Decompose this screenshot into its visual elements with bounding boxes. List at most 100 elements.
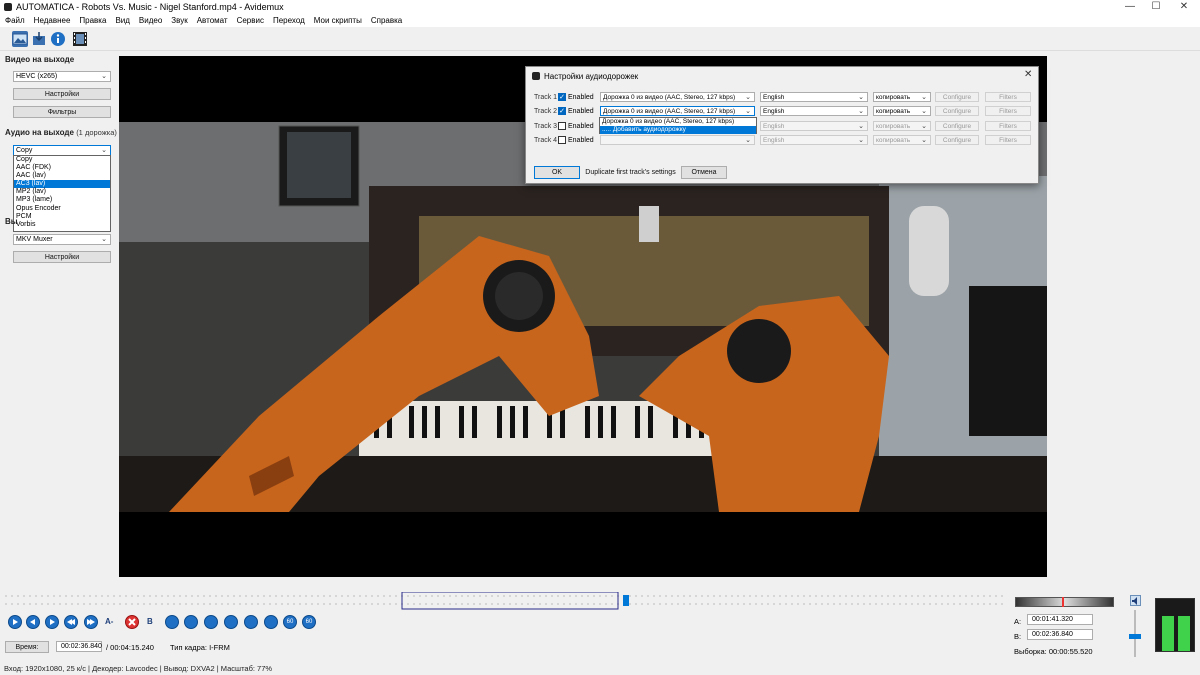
track-language-select[interactable]: English ⌄ [760,135,868,145]
open-image-icon[interactable] [12,31,28,47]
chevron-down-icon: ⌄ [921,123,927,130]
next-frame-button[interactable] [45,615,59,629]
maximize-button[interactable]: ☐ [1142,0,1170,14]
app-icon [4,3,12,11]
track-source-select[interactable]: ⌄ [600,135,755,145]
minimize-button[interactable]: — [1116,0,1144,14]
timeline-slider[interactable] [5,591,1003,610]
track-language-select[interactable]: English ⌄ [760,92,868,102]
marker-b-button[interactable]: B [147,617,153,626]
audio-option-vorbis[interactable]: Vorbis [14,221,110,229]
video-codec-select[interactable]: HEVC (x265) ⌄ [13,71,111,82]
audio-option-mp2-lav[interactable]: MP2 (lav) [14,188,110,196]
track-codec-select[interactable]: копировать ⌄ [873,106,931,116]
track-language-select[interactable]: English ⌄ [760,121,868,131]
menu-scripts[interactable]: Мои скрипты [309,14,366,27]
volume-jog-slider[interactable] [1015,597,1114,607]
menu-bar: Файл Недавнее Правка Вид Видео Звук Авто… [0,14,1200,27]
audio-codec-dropdown: Copy AAC (FDK) AAC (lav) AC3 (lav) MP2 (… [13,155,111,232]
marker-a-button[interactable]: A- [105,617,113,626]
menu-file[interactable]: Файл [0,14,29,27]
track-enabled-checkbox[interactable] [558,136,566,144]
audio-option-ac3-lav[interactable]: AC3 (lav) [14,180,110,189]
duplicate-settings-button[interactable]: Duplicate first track's settings [584,166,677,179]
marker-a-label: A: [1014,617,1022,626]
source-option-track0[interactable]: Дорожка 0 из видео (AAC, Stereo, 127 kbp… [600,118,756,126]
track-filters-button[interactable]: Filters [985,121,1031,131]
track-enabled-checkbox[interactable]: ✓ [558,93,566,101]
track-enabled-checkbox[interactable]: ✓ [558,107,566,115]
current-time-field[interactable]: 00:02:36.840 [56,641,102,652]
muxer-settings-button[interactable]: Настройки [13,251,111,263]
track-enabled-checkbox[interactable] [558,122,566,130]
menu-auto[interactable]: Автомат [192,14,232,27]
track-configure-button[interactable]: Configure [935,135,979,145]
audio-option-pcm[interactable]: PCM [14,213,110,221]
menu-video[interactable]: Видео [134,14,166,27]
track-configure-button[interactable]: Configure [935,92,979,102]
prev-keyframe-button[interactable] [64,615,78,629]
status-text: Вход: 1920x1080, 25 к/с | Декодер: Lavco… [4,664,273,673]
track-codec-select[interactable]: копировать ⌄ [873,121,931,131]
track-codec-select[interactable]: копировать ⌄ [873,135,931,145]
track-filters-button[interactable]: Filters [985,92,1031,102]
menu-tools[interactable]: Сервис [232,14,268,27]
go-end-icon[interactable] [264,615,278,629]
menu-go[interactable]: Переход [268,14,309,27]
save-icon[interactable] [31,31,47,47]
film-icon[interactable] [72,31,88,47]
speaker-icon[interactable] [1130,595,1141,606]
source-option-add-track[interactable]: ..... Добавить аудиодорожку [600,126,756,134]
video-settings-button[interactable]: Настройки [13,88,111,100]
menu-recent[interactable]: Недавнее [29,14,75,27]
audio-option-opus[interactable]: Opus Encoder [14,205,110,213]
next-keyframe-button[interactable] [84,615,98,629]
audio-option-aac-fdk[interactable]: AAC (FDK) [14,164,110,172]
forward-60-button[interactable]: 60 [302,615,316,629]
track-filters-button[interactable]: Filters [985,135,1031,145]
menu-view[interactable]: Вид [110,14,133,27]
track-configure-button[interactable]: Configure [935,106,979,116]
goto-a-icon[interactable] [165,615,179,629]
track-codec-select[interactable]: копировать ⌄ [873,92,931,102]
cancel-button[interactable]: Отмена [681,166,727,179]
timeline-cursor[interactable] [623,595,629,606]
track-language-value: English [763,123,785,130]
track-source-select[interactable]: Дорожка 0 из видео (AAC, Stereo, 127 kbp… [600,106,755,116]
audio-output-heading: Аудио на выходе (1 дорожка) [5,128,117,137]
track-configure-button[interactable]: Configure [935,121,979,131]
enabled-label: Enabled [568,94,594,101]
prev-frame-button[interactable] [26,615,40,629]
prev-black-icon[interactable] [204,615,218,629]
track-label: Track 1 [534,94,558,101]
close-window-button[interactable]: ✕ [1170,0,1198,14]
dialog-close-icon[interactable]: ✕ [1024,69,1032,80]
track-filters-button[interactable]: Filters [985,106,1031,116]
audio-option-aac-lav[interactable]: AAC (lav) [14,172,110,180]
info-icon[interactable] [50,31,66,47]
go-start-icon[interactable] [244,615,258,629]
track-codec-value: копировать [876,137,911,144]
ok-button[interactable]: OK [534,166,580,179]
volume-slider-handle[interactable] [1129,634,1141,639]
menu-audio[interactable]: Звук [166,14,191,27]
clear-markers-button[interactable] [125,615,139,629]
time-button[interactable]: Время: [5,641,49,653]
marker-b-time[interactable]: 00:02:36.840 [1027,629,1093,640]
play-button[interactable] [8,615,22,629]
audio-option-mp3-lame[interactable]: MP3 (lame) [14,196,110,204]
track-language-value: English [763,108,785,115]
muxer-select[interactable]: MKV Muxer ⌄ [13,234,111,245]
audio-tracks-dialog: Настройки аудиодорожек ✕ Track 1 ✓ Enabl… [525,66,1039,184]
next-black-icon[interactable] [224,615,238,629]
audio-option-copy[interactable]: Copy [14,156,110,164]
menu-edit[interactable]: Правка [74,14,110,27]
back-60-button[interactable]: 60 [283,615,297,629]
video-filters-button[interactable]: Фильтры [13,106,111,118]
track-source-select[interactable]: Дорожка 0 из видео (AAC, Stereo, 127 kbp… [600,92,755,102]
marker-a-time[interactable]: 00:01:41.320 [1027,614,1093,625]
track-language-select[interactable]: English ⌄ [760,106,868,116]
chevron-down-icon: ⌄ [921,137,927,144]
goto-b-icon[interactable] [184,615,198,629]
menu-help[interactable]: Справка [366,14,406,27]
